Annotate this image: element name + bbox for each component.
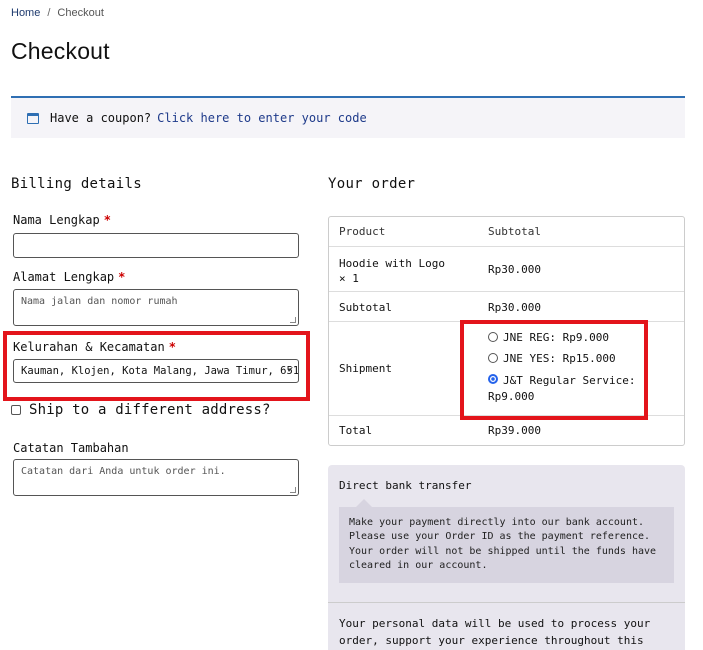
required-mark: * (118, 270, 126, 284)
name-label: Nama Lengkap * (13, 213, 111, 227)
order-heading: Your order (328, 176, 416, 192)
address-label: Alamat Lengkap * (13, 270, 125, 284)
highlight-box-shipment (460, 320, 648, 420)
payment-section: Direct bank transfer Make your payment d… (328, 465, 685, 650)
payment-description: Make your payment directly into our bank… (339, 507, 674, 583)
ship-different-address[interactable]: Ship to a different address? (11, 402, 271, 418)
order-item-row: Hoodie with Logo × 1 Rp30.000 (329, 247, 684, 292)
payment-divider (328, 602, 685, 603)
item-name: Hoodie with Logo × 1 (339, 256, 445, 286)
total-value: Rp39.000 (488, 424, 541, 437)
address-textarea[interactable]: Nama jalan dan nomor rumah (13, 289, 299, 326)
ship-different-checkbox[interactable] (11, 405, 21, 415)
subtotal-label: Subtotal (339, 301, 392, 314)
billing-heading: Billing details (11, 176, 142, 192)
notes-placeholder: Catatan dari Anda untuk order ini. (21, 466, 226, 477)
calendar-icon (27, 112, 39, 124)
coupon-link[interactable]: Click here to enter your code (157, 111, 367, 125)
col-product: Product (339, 225, 386, 238)
required-mark: * (103, 213, 111, 227)
coupon-prompt: Have a coupon? (50, 111, 152, 125)
address-placeholder: Nama jalan dan nomor rumah (21, 296, 178, 307)
coupon-notice: Have a coupon? Click here to enter your … (11, 96, 685, 138)
resize-handle-icon[interactable] (290, 487, 296, 493)
district-select-value: Kauman, Klojen, Kota Malang, Jawa Timur,… (21, 365, 299, 377)
total-label: Total (339, 424, 373, 437)
total-row: Total Rp39.000 (329, 416, 684, 446)
privacy-notice: Your personal data will be used to proce… (339, 617, 651, 647)
address-label-text: Alamat Lengkap (13, 270, 115, 284)
item-name-text: Hoodie with Logo (339, 257, 445, 270)
shipment-label: Shipment (339, 362, 392, 375)
subtotal-row: Subtotal Rp30.000 (329, 292, 684, 322)
col-subtotal: Subtotal (488, 225, 541, 238)
subtotal-value: Rp30.000 (488, 301, 541, 314)
name-input[interactable] (13, 233, 299, 258)
item-price: Rp30.000 (488, 263, 541, 276)
breadcrumb: Home / Checkout (11, 7, 104, 19)
page-title: Checkout (11, 38, 110, 64)
notes-textarea[interactable]: Catatan dari Anda untuk order ini. (13, 459, 299, 496)
resize-handle-icon[interactable] (290, 317, 296, 323)
order-header-row: Product Subtotal (329, 217, 684, 247)
district-label: Kelurahan & Kecamatan * (13, 340, 176, 354)
chevron-down-icon: ✔ (287, 365, 293, 375)
ship-different-label: Ship to a different address? (29, 402, 271, 418)
required-mark: * (168, 340, 176, 354)
notes-label: Catatan Tambahan (13, 441, 129, 455)
breadcrumb-current: Checkout (57, 7, 104, 19)
payment-box-arrow (356, 499, 372, 507)
breadcrumb-home-link[interactable]: Home (11, 7, 40, 19)
breadcrumb-separator: / (47, 7, 51, 19)
district-select[interactable]: Kauman, Klojen, Kota Malang, Jawa Timur,… (13, 359, 299, 383)
item-qty: × 1 (339, 272, 359, 285)
district-label-text: Kelurahan & Kecamatan (13, 340, 165, 354)
payment-method-label[interactable]: Direct bank transfer (339, 479, 471, 492)
name-label-text: Nama Lengkap (13, 213, 100, 227)
